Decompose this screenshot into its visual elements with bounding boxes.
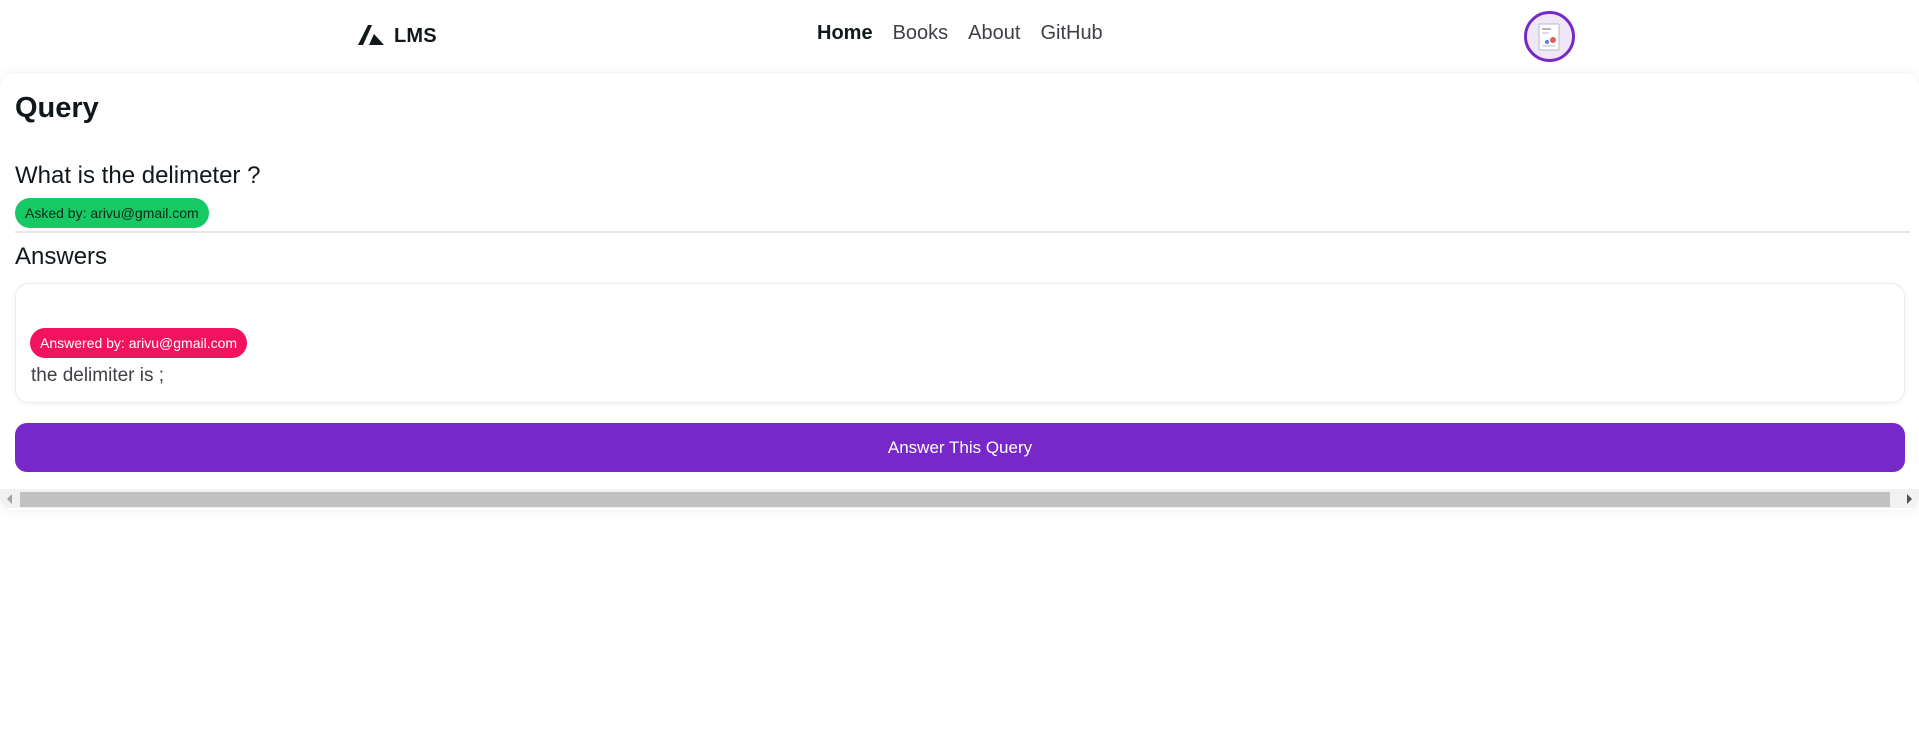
answer-query-button[interactable]: Answer This Query: [15, 423, 1905, 472]
answer-card: Answered by: arivu@gmail.com the delimit…: [15, 283, 1905, 403]
nav-link-home[interactable]: Home: [817, 22, 873, 45]
answered-by-badge: Answered by: arivu@gmail.com: [30, 328, 248, 358]
scroll-right-arrow-icon[interactable]: [1900, 489, 1919, 508]
nav-links: Home Books About GitHub: [817, 22, 1103, 45]
answer-text: the delimiter is ;: [31, 365, 165, 386]
horizontal-scrollbar[interactable]: [0, 489, 1919, 508]
nav-link-books[interactable]: Books: [893, 22, 949, 45]
brand-logo-icon: [358, 25, 384, 47]
page-title: Query: [15, 92, 99, 124]
question-text: What is the delimeter ?: [15, 162, 261, 189]
nav-link-about[interactable]: About: [968, 22, 1020, 45]
scrollbar-thumb[interactable]: [20, 492, 1890, 507]
asked-by-badge: Asked by: arivu@gmail.com: [15, 198, 209, 228]
brand-name: LMS: [394, 24, 437, 47]
divider: [15, 231, 1910, 233]
nav-link-github[interactable]: GitHub: [1040, 22, 1102, 45]
brand[interactable]: LMS: [358, 20, 437, 52]
navbar: LMS Home Books About GitHub: [0, 0, 1919, 73]
scroll-left-arrow-icon[interactable]: [0, 489, 19, 508]
avatar-image-icon: [1538, 23, 1559, 50]
query-card: Query What is the delimeter ? Asked by: …: [0, 74, 1919, 510]
user-avatar[interactable]: [1524, 11, 1575, 62]
answers-heading: Answers: [15, 243, 108, 270]
